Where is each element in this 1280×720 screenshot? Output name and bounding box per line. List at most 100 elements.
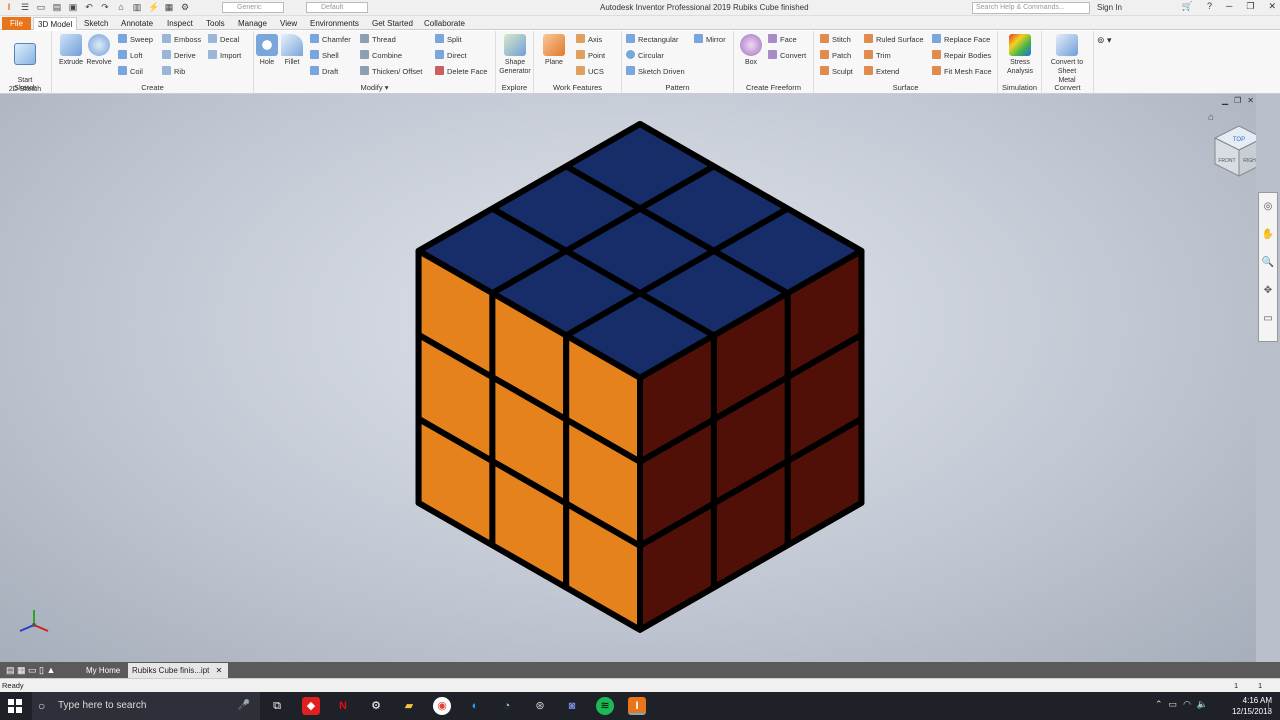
app-red-icon[interactable]: ◆	[302, 697, 320, 715]
ribbon-options-icon[interactable]: ⊚ ▾	[1097, 34, 1112, 46]
thicken-offset-button[interactable]: Thicken/ Offset	[360, 66, 422, 78]
replace-face-button[interactable]: Replace Face	[932, 34, 990, 46]
stitch-button[interactable]: Stitch	[820, 34, 851, 46]
task-view-icon[interactable]: ⧉	[268, 697, 286, 715]
print-icon[interactable]: ▥	[132, 2, 142, 12]
tab-view[interactable]: View	[276, 17, 301, 30]
ruled-surface-button[interactable]: Ruled Surface	[864, 34, 924, 46]
rib-button[interactable]: Rib	[162, 66, 185, 78]
decal-button[interactable]: Decal	[208, 34, 239, 46]
measure-icon[interactable]: ▦	[164, 2, 174, 12]
notifications-icon[interactable]	[1268, 700, 1271, 712]
save-icon[interactable]: ▣	[68, 2, 78, 12]
open-icon[interactable]: ▤	[52, 2, 62, 12]
rubiks-cube-model[interactable]	[0, 94, 1256, 662]
close-tab-icon[interactable]: ✕	[216, 666, 223, 675]
tab-manage[interactable]: Manage	[234, 17, 271, 30]
tab-collaborate[interactable]: Collaborate	[420, 17, 469, 30]
face-button[interactable]: Face	[768, 34, 797, 46]
update-icon[interactable]: ⚡	[148, 2, 159, 12]
settings-icon[interactable]: ⚙	[180, 2, 190, 12]
app-blue-icon[interactable]: ◐	[466, 697, 484, 715]
cart-icon[interactable]: 🛒	[1182, 1, 1193, 12]
repair-bodies-button[interactable]: Repair Bodies	[932, 50, 991, 62]
taskbar-clock[interactable]: 4:16 AM 12/15/2018	[1232, 695, 1272, 717]
box-button[interactable]: Box	[734, 34, 768, 67]
help-search-input[interactable]: Search Help & Commands...	[972, 2, 1090, 14]
panel-title-modify[interactable]: Modify ▾	[254, 83, 495, 92]
revolve-button[interactable]: Revolve	[82, 34, 116, 67]
convert-button[interactable]: Convert	[768, 50, 806, 62]
tab-3d-model[interactable]: 3D Model	[33, 17, 78, 30]
tab-get-started[interactable]: Get Started	[368, 17, 417, 30]
inventor-taskbar-icon[interactable]: I	[628, 697, 646, 715]
menu-icon[interactable]: ☰	[20, 2, 30, 12]
sculpt-button[interactable]: Sculpt	[820, 66, 853, 78]
windows-start-icon[interactable]	[8, 699, 22, 713]
coil-button[interactable]: Coil	[118, 66, 143, 78]
minimize-button[interactable]: ─	[1226, 1, 1232, 12]
chrome-icon[interactable]: ◉	[433, 697, 451, 715]
import-button[interactable]: Import	[208, 50, 241, 62]
steering-wheel-icon[interactable]: ◎	[1259, 193, 1277, 221]
tab-inspect[interactable]: Inspect	[163, 17, 197, 30]
discord-icon[interactable]: ◙	[563, 697, 581, 715]
tab-my-home[interactable]: My Home	[82, 663, 124, 678]
material-dropdown[interactable]: Generic	[222, 2, 284, 13]
taskbar-search-input[interactable]: ○ Type here to search 🎤	[32, 692, 260, 720]
look-at-icon[interactable]: ▭	[1259, 305, 1277, 333]
new-icon[interactable]: ▭	[36, 2, 46, 12]
trim-button[interactable]: Trim	[864, 50, 891, 62]
patch-button[interactable]: Patch	[820, 50, 851, 62]
tab-environments[interactable]: Environments	[306, 17, 363, 30]
restore-button[interactable]: ❐	[1246, 1, 1254, 12]
point-button[interactable]: Point	[576, 50, 605, 62]
appearance-dropdown[interactable]: Default	[306, 2, 368, 13]
emboss-button[interactable]: Emboss	[162, 34, 201, 46]
chevron-up-icon[interactable]: ⌃	[1155, 699, 1163, 710]
ucs-button[interactable]: UCS	[576, 66, 604, 78]
fillet-button[interactable]: Fillet	[275, 34, 309, 67]
network-icon[interactable]: ▭	[1169, 699, 1178, 710]
zoom-icon[interactable]: 🔍	[1259, 249, 1277, 277]
sign-in-link[interactable]: Sign In	[1097, 3, 1122, 12]
home-icon[interactable]: ⌂	[116, 2, 126, 12]
fit-mesh-face-button[interactable]: Fit Mesh Face	[932, 66, 992, 78]
tab-annotate[interactable]: Annotate	[117, 17, 157, 30]
tab-file[interactable]: File	[2, 17, 31, 30]
convert-to-sheet-metal-button[interactable]: Convert to Sheet Metal	[1050, 34, 1084, 85]
wifi-icon[interactable]: ◠	[1183, 699, 1191, 710]
settings-gear-icon[interactable]: ⚙	[367, 697, 385, 715]
shape-generator-button[interactable]: Shape Generator	[498, 34, 532, 76]
app-circle-icon[interactable]: ⊛	[531, 697, 549, 715]
draft-button[interactable]: Draft	[310, 66, 338, 78]
tab-current-document[interactable]: Rubiks Cube finis...ipt ✕	[128, 663, 228, 678]
orbit-icon[interactable]: ✥	[1259, 277, 1277, 305]
microphone-icon[interactable]: 🎤	[238, 692, 250, 720]
stress-analysis-button[interactable]: Stress Analysis	[1003, 34, 1037, 76]
file-explorer-icon[interactable]: ▰	[400, 697, 418, 715]
steam-icon[interactable]: ◔	[498, 697, 516, 715]
chamfer-button[interactable]: Chamfer	[310, 34, 351, 46]
tile-windows-icon[interactable]: ▤ ▦ ▭ ▯ ▲	[2, 663, 59, 678]
loft-button[interactable]: Loft	[118, 50, 143, 62]
circular-pattern-button[interactable]: Circular	[626, 50, 664, 62]
graphics-viewport[interactable]: ▁ ❐ ✕ ⌂ TOP FRONT RIGHT	[0, 94, 1265, 662]
extend-button[interactable]: Extend	[864, 66, 899, 78]
netflix-icon[interactable]: N	[334, 697, 352, 715]
shell-button[interactable]: Shell	[310, 50, 339, 62]
sweep-button[interactable]: Sweep	[118, 34, 153, 46]
volume-icon[interactable]: 🔈	[1197, 699, 1208, 710]
pan-icon[interactable]: ✋	[1259, 221, 1277, 249]
plane-button[interactable]: Plane	[537, 34, 571, 67]
redo-icon[interactable]: ↷	[100, 2, 110, 12]
direct-button[interactable]: Direct	[435, 50, 467, 62]
tab-tools[interactable]: Tools	[202, 17, 229, 30]
help-icon[interactable]: ?	[1207, 1, 1212, 12]
close-button[interactable]: ✕	[1268, 1, 1276, 12]
axis-button[interactable]: Axis	[576, 34, 602, 46]
spotify-icon[interactable]: ≋	[596, 697, 614, 715]
delete-face-button[interactable]: Delete Face	[435, 66, 487, 78]
combine-button[interactable]: Combine	[360, 50, 402, 62]
tab-sketch[interactable]: Sketch	[80, 17, 112, 30]
